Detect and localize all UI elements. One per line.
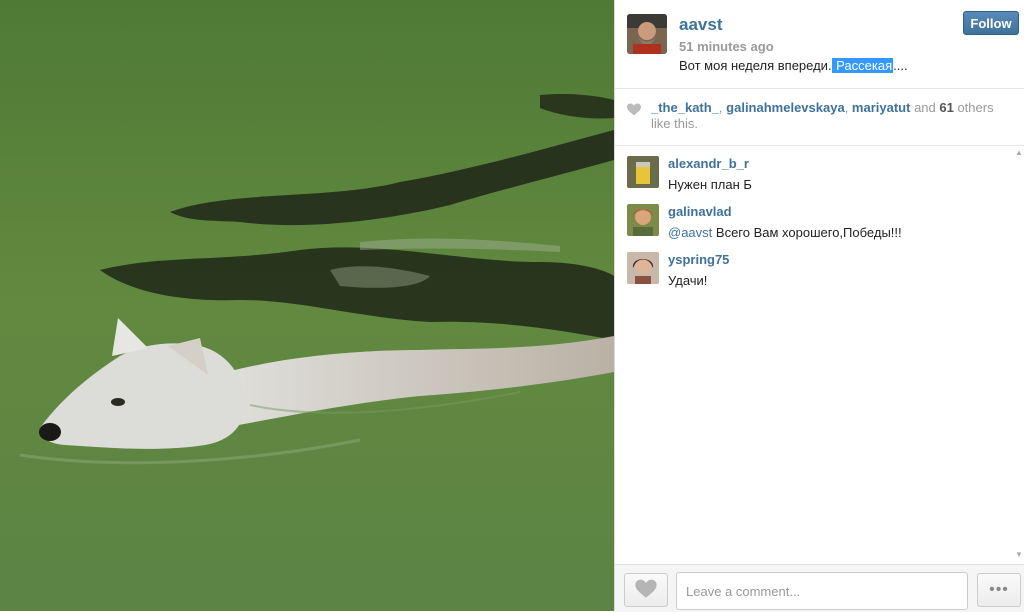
avatar-image <box>627 14 667 54</box>
post-timestamp: 51 minutes ago <box>679 39 774 54</box>
heart-icon <box>635 579 657 598</box>
comment-text: @aavst Всего Вам хорошего,Победы!!! <box>668 225 902 240</box>
comment-input[interactable] <box>676 572 968 610</box>
comment-username[interactable]: yspring75 <box>668 252 729 267</box>
avatar[interactable] <box>627 204 659 236</box>
caption-selected-text: Рассекая <box>831 58 894 73</box>
avatar[interactable] <box>627 252 659 284</box>
follow-button[interactable]: Follow <box>963 11 1019 35</box>
avatar-image <box>627 156 659 188</box>
comment-body: Нужен план Б <box>668 177 752 192</box>
avatar[interactable] <box>627 156 659 188</box>
likes-and: and <box>910 100 940 115</box>
liker-link[interactable]: mariyatut <box>852 100 911 115</box>
wolf-swimming-image <box>0 0 614 611</box>
avatar-image <box>627 252 659 284</box>
heart-icon <box>627 103 641 116</box>
ellipsis-icon: ••• <box>989 581 1009 598</box>
comment-body: Всего Вам хорошего,Победы!!! <box>712 225 902 240</box>
avatar[interactable] <box>627 14 667 54</box>
post-username[interactable]: aavst <box>679 15 722 35</box>
comment-item: yspring75 Удачи! <box>627 242 1007 288</box>
comments-list[interactable]: alexandr_b_r Нужен план Б galinavlad @aa… <box>615 146 1024 564</box>
post-caption: Вот моя неделя впереди. Рассекая.... <box>679 58 908 73</box>
post-photo <box>0 0 614 611</box>
comment-body: Удачи! <box>668 273 708 288</box>
comment-text: Нужен план Б <box>668 177 752 192</box>
comment-footer: ••• <box>615 564 1024 612</box>
likes-section: _the_kath_, galinahmelevskaya, mariyatut… <box>615 89 1024 146</box>
like-button[interactable] <box>624 573 668 607</box>
comment-username[interactable]: alexandr_b_r <box>668 156 749 171</box>
post-header: aavst 51 minutes ago Вот моя неделя впер… <box>615 0 1024 89</box>
comment-mention[interactable]: @aavst <box>668 225 712 240</box>
liker-link[interactable]: galinahmelevskaya <box>726 100 845 115</box>
comment-text: Удачи! <box>668 273 707 288</box>
comment-username[interactable]: galinavlad <box>668 204 732 219</box>
likes-separator: , <box>844 100 852 115</box>
liker-link[interactable]: _the_kath_ <box>651 100 719 115</box>
scroll-down-icon[interactable]: ▼ <box>1014 550 1024 560</box>
likes-others-count: 61 <box>939 100 954 115</box>
more-options-button[interactable]: ••• <box>977 573 1021 607</box>
caption-ellipsis: .... <box>893 58 908 73</box>
comment-item: alexandr_b_r Нужен план Б <box>627 146 1007 192</box>
likes-text: _the_kath_, galinahmelevskaya, mariyatut… <box>651 100 1011 132</box>
comment-item: galinavlad @aavst Всего Вам хорошего,Поб… <box>627 194 1007 240</box>
avatar-image <box>627 204 659 236</box>
comments-scrollbar[interactable]: ▲ ▼ <box>1014 146 1024 564</box>
post-side-panel: aavst 51 minutes ago Вот моя неделя впер… <box>614 0 1024 612</box>
scroll-up-icon[interactable]: ▲ <box>1014 148 1024 158</box>
caption-text: Вот моя неделя впереди. <box>679 58 832 73</box>
